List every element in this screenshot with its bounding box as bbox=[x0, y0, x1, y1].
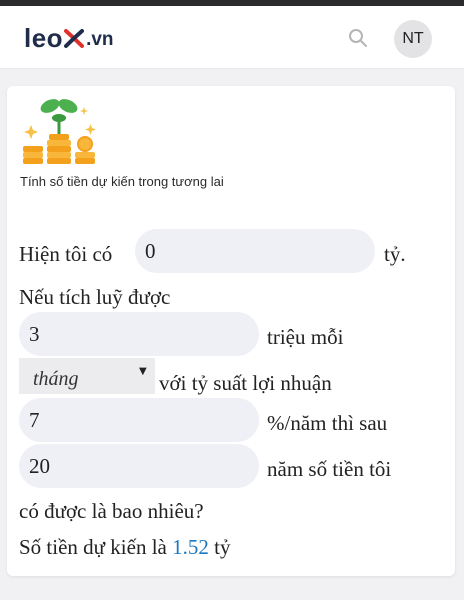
logo-text: leo bbox=[24, 22, 64, 53]
line5-suffix: %/năm thì sau bbox=[267, 411, 388, 435]
calculator-subtitle: Tính số tiền dự kiến trong tương lai bbox=[20, 174, 224, 189]
line3-suffix: triệu mỗi bbox=[267, 325, 344, 349]
line2-text: Nếu tích luỹ được bbox=[19, 285, 171, 309]
current-amount-input[interactable] bbox=[135, 229, 375, 273]
line6-suffix: năm số tiền tôi bbox=[267, 457, 392, 481]
result-value: 1.52 bbox=[172, 535, 209, 559]
calculator-card: Tính số tiền dự kiến trong tương lai Hiệ… bbox=[7, 86, 455, 576]
line4-suffix: với tỷ suất lợi nhuận bbox=[159, 371, 332, 395]
site-logo[interactable]: leo .vn bbox=[24, 22, 114, 54]
period-select[interactable]: tháng bbox=[19, 358, 155, 394]
logo-tld: .vn bbox=[86, 29, 114, 50]
years-input[interactable] bbox=[19, 444, 259, 488]
line7-text: có được là bao nhiêu? bbox=[19, 499, 204, 523]
result-line: Số tiền dự kiến là 1.52 tỷ bbox=[19, 534, 230, 560]
logo-x-mark bbox=[63, 26, 85, 50]
result-unit: tỷ bbox=[214, 535, 231, 559]
rate-input[interactable] bbox=[19, 398, 259, 442]
dropdown-arrow-icon: ▼ bbox=[139, 366, 147, 377]
site-header: leo .vn NT bbox=[0, 6, 464, 69]
coin-stack-plant-illustration bbox=[19, 96, 99, 172]
period-selected-value: tháng bbox=[33, 368, 79, 390]
result-prefix: Số tiền dự kiến là bbox=[19, 535, 167, 559]
line1-prefix: Hiện tôi có bbox=[19, 242, 113, 266]
avatar[interactable]: NT bbox=[394, 20, 432, 58]
search-icon[interactable] bbox=[348, 28, 368, 48]
line1-suffix: tỷ. bbox=[384, 242, 406, 266]
monthly-amount-input[interactable] bbox=[19, 312, 259, 356]
